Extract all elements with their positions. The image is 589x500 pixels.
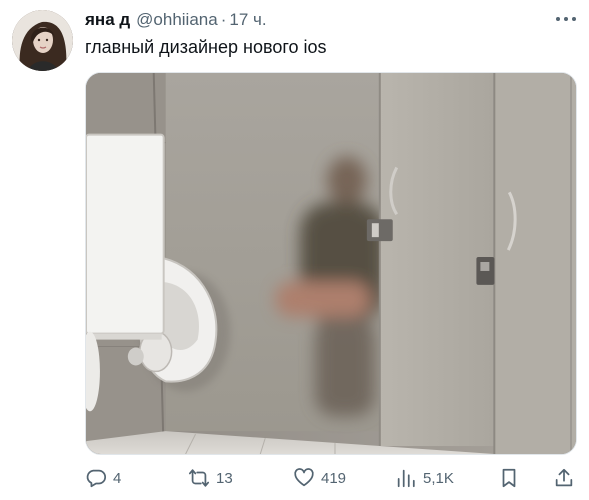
like-count: 419 [321, 469, 347, 487]
heart-icon [294, 468, 314, 487]
tweet-header: яна д @ohhiiana · 17 ч. [85, 9, 267, 31]
avatar-image [12, 10, 73, 71]
more-horizontal-icon[interactable] [553, 9, 579, 29]
views-button[interactable]: 5,1K [395, 463, 454, 493]
reply-icon [86, 469, 107, 488]
share-icon [555, 468, 573, 487]
display-name[interactable]: яна д [85, 10, 130, 30]
like-button[interactable]: 419 [293, 463, 346, 493]
views-icon [397, 469, 415, 488]
bathroom-photo [86, 73, 576, 454]
tweet-actions: 4 13 419 5,1K [85, 463, 579, 493]
reply-count: 4 [113, 469, 122, 487]
views-count: 5,1K [423, 469, 454, 487]
tweet: яна д @ohhiiana · 17 ч. главный дизайнер… [0, 0, 589, 500]
tweet-timestamp[interactable]: 17 ч. [229, 10, 266, 30]
retweet-count: 13 [216, 469, 233, 487]
bookmark-button[interactable] [498, 463, 520, 493]
tweet-photo[interactable] [85, 72, 577, 455]
separator-dot: · [220, 10, 227, 29]
retweet-button[interactable]: 13 [188, 463, 233, 493]
bookmark-icon [502, 468, 516, 488]
share-button[interactable] [553, 463, 575, 493]
tweet-text: главный дизайнер нового ios [85, 37, 327, 57]
reply-button[interactable]: 4 [85, 463, 121, 493]
retweet-icon [188, 469, 210, 487]
user-handle[interactable]: @ohhiiana [136, 10, 218, 30]
avatar[interactable] [12, 10, 73, 71]
